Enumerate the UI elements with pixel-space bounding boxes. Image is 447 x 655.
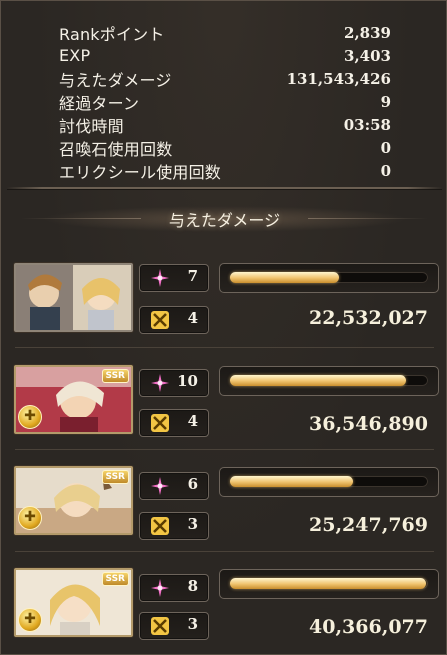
battle-stats: Rankポイント 2,839 EXP 3,403 与えたダメージ 131,543…: [59, 21, 391, 182]
ability-count: 4: [187, 412, 198, 430]
ability-count-box: 4: [139, 409, 209, 437]
damage-bar: [219, 366, 439, 396]
sparkle-icon: [151, 579, 169, 597]
sparkle-icon: [151, 477, 169, 495]
damage-bar-track: [230, 476, 428, 487]
stat-label: 討伐時間: [59, 116, 124, 136]
crossed-swords-icon: [151, 414, 169, 432]
stat-value: 9: [380, 92, 391, 111]
ability-count: 3: [187, 515, 198, 533]
skill-count-box: 8: [139, 574, 209, 602]
stat-label: Rankポイント: [59, 24, 165, 44]
damage-value: 25,247,769: [309, 514, 428, 536]
stat-value: 2,839: [344, 23, 391, 42]
stat-summon-uses: 召喚石使用回数 0: [59, 136, 391, 159]
damage-value: 36,546,890: [309, 413, 428, 435]
divider: [308, 218, 428, 219]
character-damage-row: SSR ✚ 8 3 40,366,077: [1, 568, 447, 648]
skill-count: 10: [177, 372, 198, 390]
divider: [21, 218, 141, 219]
stat-value: 03:58: [343, 115, 391, 134]
character-portrait: SSR ✚: [14, 365, 133, 434]
skill-count: 7: [187, 267, 198, 285]
stat-label: EXP: [59, 46, 91, 65]
sparkle-icon: [151, 269, 169, 287]
stat-time: 討伐時間 03:58: [59, 113, 391, 136]
damage-bar: [219, 467, 439, 497]
stat-total-damage: 与えたダメージ 131,543,426: [59, 67, 391, 90]
damage-bar-track: [230, 578, 428, 589]
skill-count: 8: [187, 577, 198, 595]
ssr-badge: SSR: [101, 572, 129, 586]
damage-bar-fill: [230, 578, 427, 589]
damage-bar-track: [230, 272, 428, 283]
ability-count-box: 4: [139, 306, 209, 334]
skill-count-box: 7: [139, 264, 209, 292]
skill-count-box: 6: [139, 472, 209, 500]
stat-label: 召喚石使用回数: [59, 139, 173, 159]
crossed-swords-icon: [151, 311, 169, 329]
crossed-swords-icon: [151, 617, 169, 635]
damage-bar-fill: [230, 375, 407, 386]
ssr-badge: SSR: [101, 470, 129, 484]
portrait-art: [16, 265, 131, 330]
damage-bar-fill: [230, 476, 353, 487]
skill-count-box: 10: [139, 369, 209, 397]
ability-count: 4: [187, 309, 198, 327]
stat-label: 与えたダメージ: [59, 70, 172, 90]
sparkle-icon: [151, 374, 169, 392]
stat-exp: EXP 3,403: [59, 44, 391, 67]
damage-section-header: 与えたダメージ: [1, 204, 447, 234]
character-portrait: SSR ✚: [14, 568, 133, 637]
divider: [15, 449, 434, 450]
stat-elixir-uses: エリクシール使用回数 0: [59, 159, 391, 182]
damage-bar-track: [230, 375, 428, 386]
character-damage-row: SSR ✚ 10 4 36,546,890: [1, 365, 447, 445]
stat-rank-points: Rankポイント 2,839: [59, 21, 391, 44]
stat-value: 131,543,426: [286, 69, 391, 88]
stat-value: 0: [380, 138, 391, 157]
ability-count: 3: [187, 615, 198, 633]
divider: [15, 347, 434, 348]
damage-value: 40,366,077: [309, 616, 428, 638]
character-damage-row: SSR ✚ 6 3 25,247,769: [1, 466, 447, 546]
divider: [15, 551, 434, 552]
ssr-badge: SSR: [101, 369, 129, 383]
damage-value: 22,532,027: [309, 307, 428, 329]
result-panel: Rankポイント 2,839 EXP 3,403 与えたダメージ 131,543…: [0, 0, 447, 655]
character-damage-row: 7 4 22,532,027: [1, 263, 447, 343]
crossed-swords-icon: [151, 517, 169, 535]
stat-label: 経過ターン: [59, 93, 140, 113]
damage-bar: [219, 569, 439, 599]
skill-count: 6: [187, 475, 198, 493]
party-portrait: [14, 263, 133, 332]
light-element-icon: ✚: [18, 608, 42, 632]
stat-label: エリクシール使用回数: [59, 162, 222, 182]
ability-count-box: 3: [139, 512, 209, 540]
light-element-icon: ✚: [18, 405, 42, 429]
section-title: 与えたダメージ: [168, 211, 281, 230]
light-element-icon: ✚: [18, 506, 42, 530]
stat-value: 0: [380, 161, 391, 180]
character-portrait: SSR ✚: [14, 466, 133, 535]
ability-count-box: 3: [139, 612, 209, 640]
stat-value: 3,403: [344, 46, 391, 65]
divider: [7, 187, 442, 189]
damage-bar-fill: [230, 272, 339, 283]
stat-turns: 経過ターン 9: [59, 90, 391, 113]
damage-bar: [219, 263, 439, 293]
